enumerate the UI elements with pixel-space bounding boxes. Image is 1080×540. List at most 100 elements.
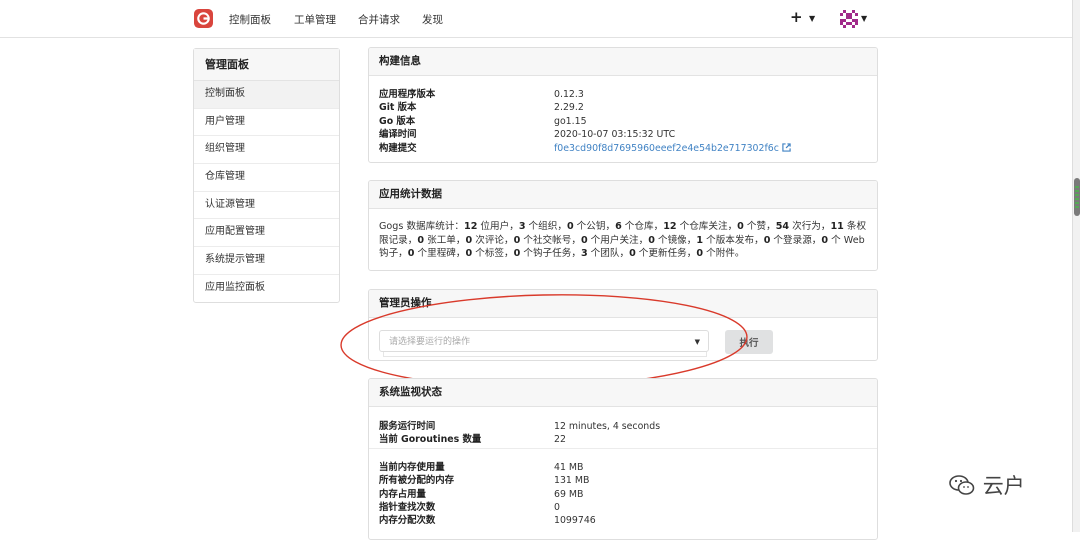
stat-label: 个登录源， bbox=[770, 234, 822, 246]
wechat-watermark: 云户 bbox=[948, 470, 1025, 500]
build-key: 构建提交 bbox=[379, 142, 417, 154]
stat-count: 0 bbox=[648, 234, 655, 246]
build-value: 0.12.3 bbox=[554, 89, 584, 100]
build-key: Go 版本 bbox=[379, 115, 416, 127]
sidebar-item-notices[interactable]: 系统提示管理 bbox=[194, 247, 339, 275]
stat-count: 11 bbox=[830, 221, 844, 232]
system-monitor-title: 系统监视状态 bbox=[369, 379, 877, 407]
wechat-icon bbox=[949, 475, 975, 495]
sidebar-item-users[interactable]: 用户管理 bbox=[194, 109, 339, 137]
stat-label: 张工单， bbox=[424, 234, 466, 246]
chevron-down-icon[interactable]: ▼ bbox=[861, 14, 867, 23]
nav-dashboard[interactable]: 控制面板 bbox=[229, 12, 271, 27]
monitor-row: 当前内存使用量 41 MB bbox=[369, 461, 877, 474]
stats-lead: Gogs 数据库统计： bbox=[379, 221, 465, 232]
monitor-key: 当前内存使用量 bbox=[379, 461, 445, 473]
stat-label: 个仓库， bbox=[621, 221, 664, 232]
commit-hash[interactable]: f0e3cd90f8d7695960eeef2e4e54b2e717302f6c bbox=[554, 143, 779, 154]
nav-explore[interactable]: 发现 bbox=[422, 12, 443, 27]
app-stats-panel: 应用统计数据 Gogs 数据库统计：12 位用户，3 个组织，0 个公钥，6 个… bbox=[368, 180, 878, 271]
sidebar-item-orgs[interactable]: 组织管理 bbox=[194, 136, 339, 165]
monitor-row: 指针查找次数 0 bbox=[369, 501, 877, 514]
nav-pulls[interactable]: 合并请求 bbox=[358, 12, 400, 27]
top-navbar: 控制面板 工单管理 合并请求 发现 + ▼ ▼ bbox=[0, 0, 1072, 38]
run-operation-button[interactable]: 执行 bbox=[725, 330, 773, 354]
scrollbar-thumb[interactable] bbox=[1074, 178, 1080, 216]
operation-select[interactable]: 请选择要运行的操作 ▼ bbox=[379, 330, 709, 352]
build-value: 2.29.2 bbox=[554, 102, 584, 114]
build-row: Go 版本 go1.15 bbox=[369, 115, 877, 128]
build-key: Git 版本 bbox=[379, 102, 417, 114]
watermark-text: 云户 bbox=[982, 474, 1025, 498]
build-row: Git 版本 2.29.2 bbox=[369, 101, 877, 114]
app-stats-title: 应用统计数据 bbox=[369, 181, 877, 209]
monitor-key: 指针查找次数 bbox=[379, 501, 436, 513]
stat-label: 个镜像， bbox=[654, 234, 697, 246]
monitor-row: 当前 Goroutines 数量 22 bbox=[369, 433, 877, 446]
monitor-value: 0 bbox=[554, 501, 560, 513]
external-link-icon[interactable] bbox=[782, 142, 791, 152]
stat-count: 3 bbox=[580, 248, 588, 259]
stat-count: 0 bbox=[566, 221, 574, 232]
stats-text: Gogs 数据库统计：12 位用户，3 个组织，0 个公钥，6 个仓库，12 个… bbox=[369, 209, 877, 261]
user-avatar-icon[interactable] bbox=[840, 10, 858, 28]
stat-count: 12 bbox=[663, 221, 677, 232]
monitor-value: 22 bbox=[554, 434, 566, 446]
build-value: 2020-10-07 03:15:32 UTC bbox=[554, 129, 676, 141]
sidebar-item-repos[interactable]: 仓库管理 bbox=[194, 164, 339, 192]
monitor-value: 12 minutes, 4 seconds bbox=[554, 421, 661, 432]
build-info-title: 构建信息 bbox=[369, 48, 877, 76]
monitor-key: 服务运行时间 bbox=[379, 421, 436, 432]
page-scrollbar[interactable] bbox=[1072, 0, 1080, 532]
build-key: 编译时间 bbox=[379, 129, 417, 141]
admin-sidebar: 管理面板 控制面板 用户管理 组织管理 仓库管理 认证源管理 应用配置管理 系统… bbox=[193, 48, 340, 303]
stat-label: 个社交帐号， bbox=[520, 234, 581, 246]
monitor-key: 内存占用量 bbox=[379, 488, 426, 500]
admin-ops-panel: 管理员操作 请选择要运行的操作 ▼ 执行 bbox=[368, 289, 878, 361]
stat-count: 3 bbox=[518, 221, 526, 232]
monitor-value: 41 MB bbox=[554, 461, 584, 473]
sidebar-item-config[interactable]: 应用配置管理 bbox=[194, 219, 339, 248]
stat-label: 个组织， bbox=[525, 221, 567, 232]
stat-label: 个里程碑， bbox=[414, 248, 466, 259]
stat-label: 个仓库关注， bbox=[676, 221, 738, 232]
stat-label: 个标签， bbox=[472, 248, 514, 259]
dropdown-caret-icon[interactable]: ▼ bbox=[695, 331, 700, 353]
monitor-value: 69 MB bbox=[554, 488, 584, 500]
monitor-row: 服务运行时间 12 minutes, 4 seconds bbox=[369, 420, 877, 433]
dropdown-menu-edge bbox=[383, 352, 707, 357]
chevron-down-icon[interactable]: ▼ bbox=[809, 14, 815, 23]
gogs-logo-icon[interactable] bbox=[194, 9, 213, 28]
stat-label: 个赞， bbox=[743, 221, 776, 232]
monitor-key: 所有被分配的内存 bbox=[379, 475, 455, 487]
monitor-row: 内存占用量 69 MB bbox=[369, 488, 877, 501]
build-key: 应用程序版本 bbox=[379, 89, 436, 100]
stat-label: 次评论， bbox=[472, 234, 514, 246]
monitor-row: 所有被分配的内存 131 MB bbox=[369, 474, 877, 487]
build-value: go1.15 bbox=[554, 115, 587, 127]
monitor-row: 内存分配次数 1099746 bbox=[369, 514, 877, 527]
create-new-button[interactable]: + bbox=[790, 8, 803, 26]
monitor-key: 内存分配次数 bbox=[379, 515, 436, 527]
stat-count: 6 bbox=[615, 221, 622, 232]
stat-count: 0 bbox=[737, 221, 744, 232]
commit-link[interactable]: f0e3cd90f8d7695960eeef2e4e54b2e717302f6c bbox=[554, 142, 791, 155]
stat-label: 位用户， bbox=[477, 221, 519, 232]
stat-count: 54 bbox=[775, 221, 790, 232]
build-row: 构建提交 f0e3cd90f8d7695960eeef2e4e54b2e71730… bbox=[369, 142, 877, 155]
operation-select-placeholder: 请选择要运行的操作 bbox=[389, 337, 471, 347]
stat-label: 个用户关注， bbox=[587, 234, 649, 246]
sidebar-title: 管理面板 bbox=[194, 49, 339, 81]
sidebar-item-monitor[interactable]: 应用监控面板 bbox=[194, 275, 339, 302]
stat-label: 个附件。 bbox=[703, 248, 745, 259]
nav-issues[interactable]: 工单管理 bbox=[294, 12, 336, 27]
build-info-panel: 构建信息 应用程序版本 0.12.3 Git 版本 2.29.2 Go 版本 go1.… bbox=[368, 47, 878, 163]
sidebar-item-dashboard[interactable]: 控制面板 bbox=[194, 81, 339, 109]
system-monitor-panel: 系统监视状态 服务运行时间 12 minutes, 4 seconds 当前 Go… bbox=[368, 378, 878, 540]
stat-label: 个钩子任务， bbox=[520, 248, 581, 259]
stat-label: 个公钥， bbox=[573, 221, 616, 232]
sidebar-item-auths[interactable]: 认证源管理 bbox=[194, 192, 339, 220]
monitor-value: 1099746 bbox=[554, 515, 596, 527]
build-row: 应用程序版本 0.12.3 bbox=[369, 88, 877, 101]
stat-count: 0 bbox=[629, 248, 636, 259]
